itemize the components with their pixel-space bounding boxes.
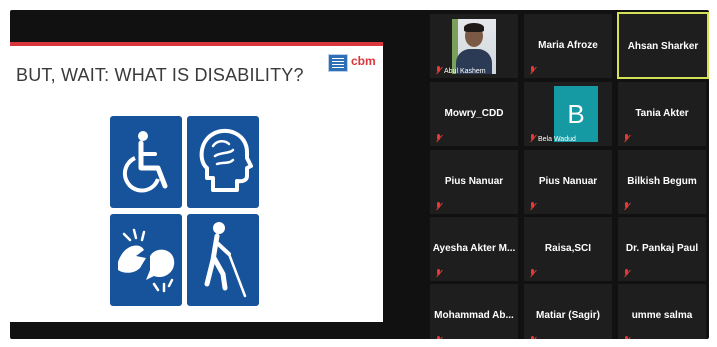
muted-mic-icon [529,336,536,339]
participant-tile[interactable]: Raisa,SCI [524,217,612,281]
participant-name: Mohammad Ab... [434,310,514,321]
muted-mic-icon [435,66,442,75]
sign-language-icon [110,214,182,306]
participant-tile[interactable]: Tania Akter [618,82,706,146]
slide-accent-bar [10,42,383,46]
slide-title: BUT, WAIT: WHAT IS DISABILITY? [16,65,304,85]
muted-mic-icon [435,134,442,143]
muted-mic-icon [623,134,630,143]
cognitive-head-icon [187,116,259,208]
participant-name: Ayesha Akter M... [432,243,516,254]
participant-tile[interactable]: Ayesha Akter M... [430,217,518,281]
participant-tile[interactable]: Mowry_CDD [430,82,518,146]
shared-slide: BUT, WAIT: WHAT IS DISABILITY? cbm [10,42,383,322]
participant-name: Ahsan Sharker [627,41,699,52]
muted-mic-icon [435,336,442,339]
institute-logo-icon [328,54,348,72]
wheelchair-icon [110,116,182,208]
participant-tile[interactable]: Pius Nanuar [430,150,518,214]
muted-mic-icon [623,269,630,278]
participant-video [452,19,496,74]
participant-name: Tania Akter [635,108,689,119]
muted-mic-icon [623,202,630,211]
muted-mic-icon [435,202,442,211]
participant-tile-active-speaker[interactable]: Ahsan Sharker [617,12,709,79]
participant-name: Dr. Pankaj Paul [625,243,699,254]
blind-cane-icon [187,214,259,306]
participant-tile[interactable]: Mohammad Ab... [430,284,518,339]
participant-tile[interactable]: B Bela Wadud [524,82,612,146]
participant-name: Matiar (Sagir) [536,310,600,321]
participant-name: Bela Wadud [538,136,576,143]
muted-mic-icon [435,269,442,278]
avatar: B [554,86,598,142]
participant-name: umme salma [631,310,693,321]
muted-mic-icon [623,336,630,339]
muted-mic-icon [529,66,536,75]
participant-tile[interactable]: Pius Nanuar [524,150,612,214]
participant-tile[interactable]: Matiar (Sagir) [524,284,612,339]
participant-name: Pius Nanuar [538,176,598,187]
participant-name: Raisa,SCI [544,243,592,254]
muted-mic-icon [529,202,536,211]
participant-tile[interactable]: Maria Afroze [524,14,612,78]
participant-name: Maria Afroze [538,40,598,51]
participant-name: Pius Nanuar [444,176,504,187]
participant-name: Mowry_CDD [444,108,504,119]
participant-name: Abul Kashem [444,68,486,75]
participant-tile[interactable]: Abul Kashem [430,14,518,78]
cbm-logo: cbm [351,54,376,68]
participant-name: Bilkish Begum [627,176,697,187]
meeting-window: BUT, WAIT: WHAT IS DISABILITY? cbm Abul … [10,10,709,339]
participant-tile[interactable]: umme salma [618,284,706,339]
participant-tile[interactable]: Dr. Pankaj Paul [618,217,706,281]
participant-tile[interactable]: Bilkish Begum [618,150,706,214]
muted-mic-icon [529,269,536,278]
muted-mic-icon [529,134,536,143]
